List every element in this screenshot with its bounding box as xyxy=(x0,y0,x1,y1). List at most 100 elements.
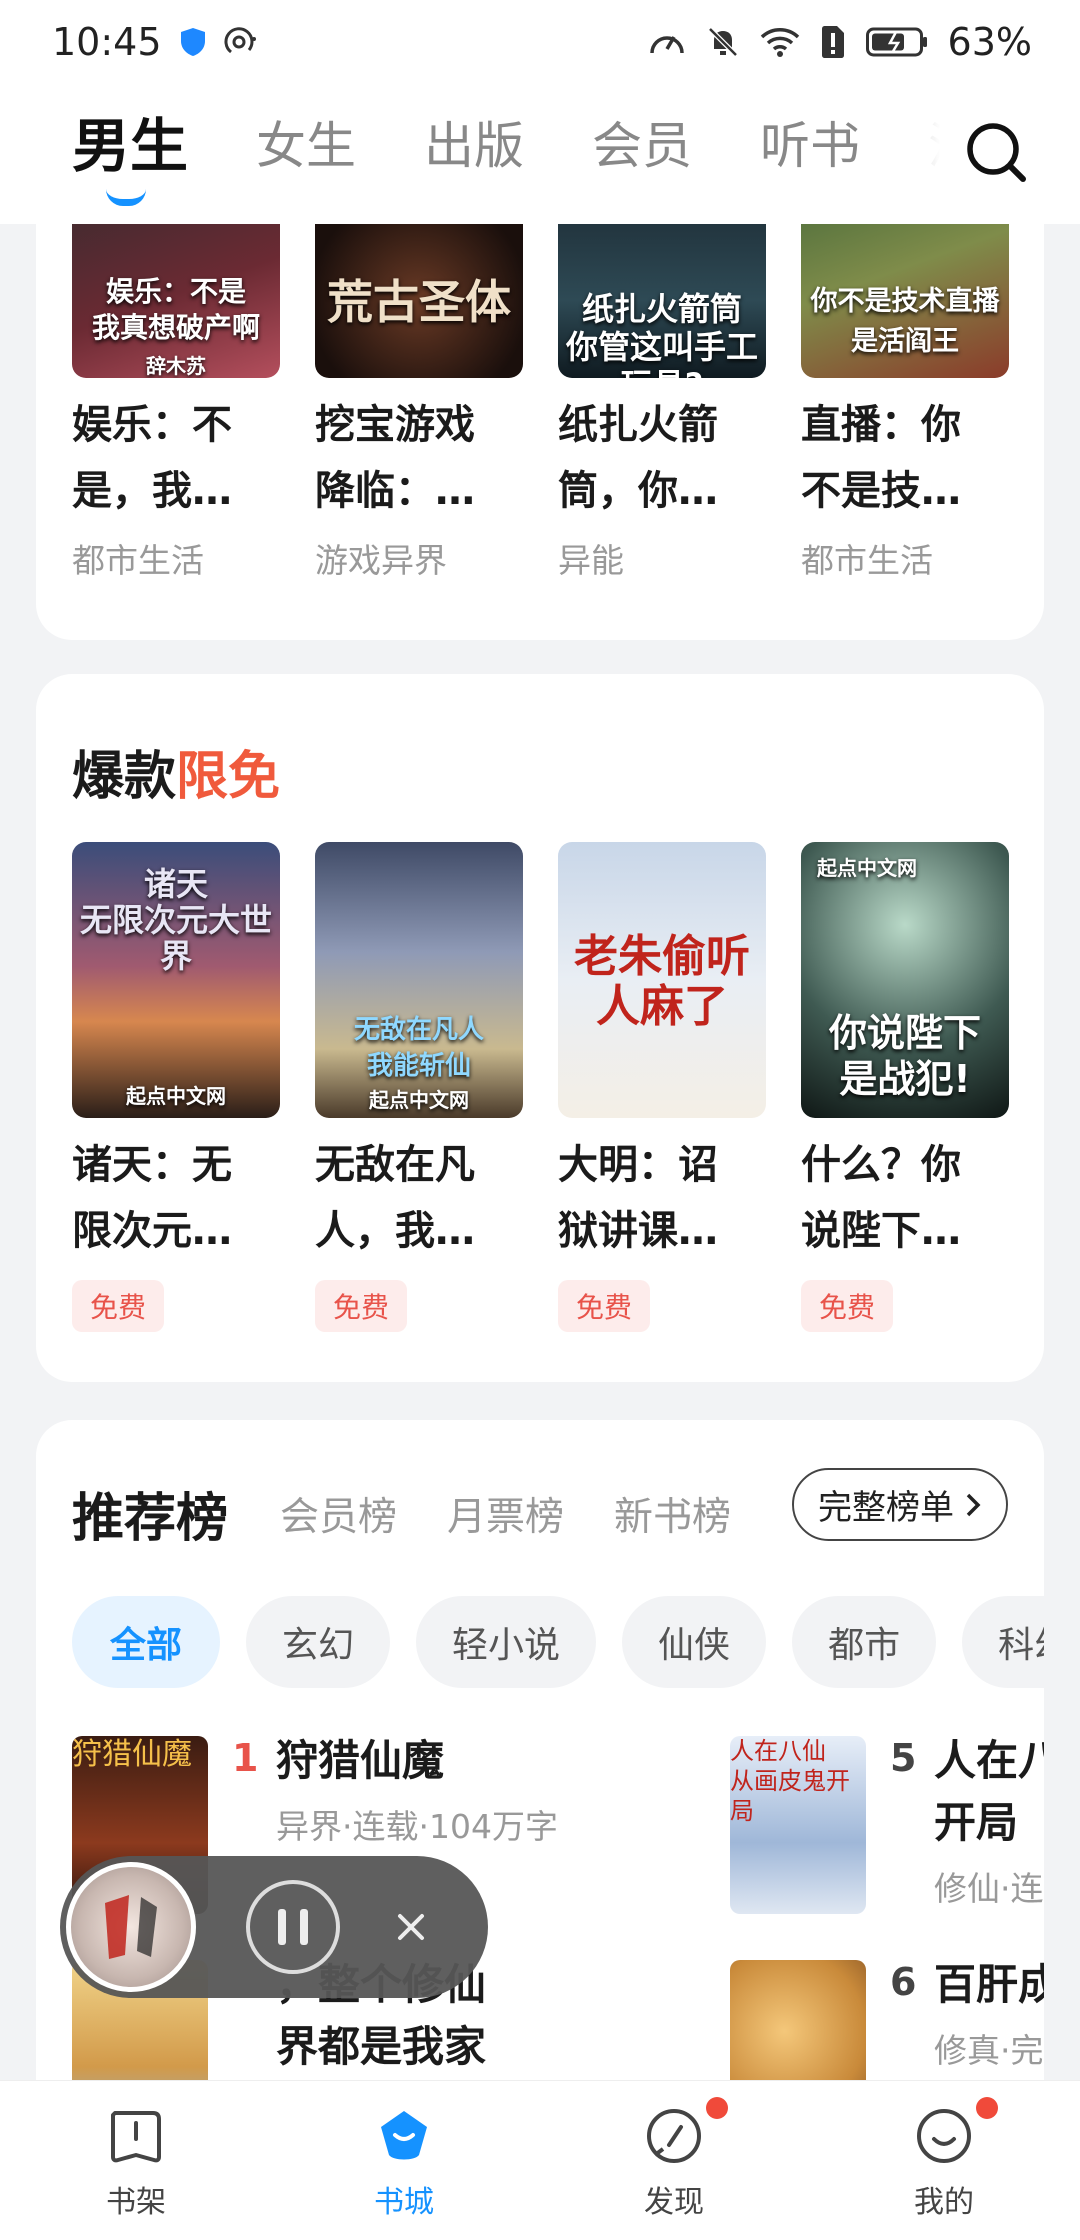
tab-female[interactable]: 女生 xyxy=(256,114,356,178)
tab-vip-rank[interactable]: 会员榜 xyxy=(280,1486,397,1542)
book-cover: 纸扎火箭筒你管这叫手工玩具? xyxy=(558,224,766,378)
book-card[interactable]: 无敌在凡人 我能斩仙 起点中文网 无敌在凡 人，我… 免费 xyxy=(315,842,523,1332)
nav-bookshelf[interactable]: 书架 xyxy=(76,2105,196,2221)
chip-urban[interactable]: 都市 xyxy=(792,1596,937,1688)
book-category: 游戏异界 xyxy=(315,541,447,580)
mute-bell-icon xyxy=(707,27,738,57)
book-cover: 荒古圣体 xyxy=(315,224,523,378)
close-icon[interactable] xyxy=(386,1902,436,1952)
book-title: 大明：诏 狱讲课… xyxy=(558,1142,718,1254)
section-title: 爆款限免 xyxy=(72,747,281,807)
rank-book-title: 狩猎仙魔 xyxy=(276,1736,445,1785)
rank-book-meta: 修真·完 xyxy=(934,2031,1044,2070)
tab-newbook-rank[interactable]: 新书榜 xyxy=(614,1486,731,1542)
cover-brand: 起点中文网 xyxy=(126,1084,226,1108)
chevron-right-icon xyxy=(966,1493,981,1516)
rank-item[interactable]: 6 百肝成 修真·完 xyxy=(730,1960,1044,2080)
cover-title: 你不是技术直播 是活阎王 xyxy=(810,286,1000,357)
book-cover: 起点中文网 你说陛下 是战犯! xyxy=(801,842,1009,1118)
tab-recommend-rank[interactable]: 推荐榜 xyxy=(72,1476,228,1551)
tab-male[interactable]: 男生 xyxy=(72,114,188,206)
book-cover: 老朱偷听人麻了 xyxy=(558,842,766,1118)
book-card[interactable]: 你不是技术直播 是活阎王 直播：你 不是技… 都市生活 xyxy=(801,224,1009,582)
book-cover: 娱乐：不是 我真想破产啊 辞木苏 xyxy=(72,224,280,378)
mini-audio-player[interactable] xyxy=(60,1856,488,1998)
book-card[interactable]: 娱乐：不是 我真想破产啊 辞木苏 娱乐：不 是，我… 都市生活 xyxy=(72,224,280,582)
tab-publish[interactable]: 出版 xyxy=(424,114,524,178)
content-scroll[interactable]: 娱乐：不是 我真想破产啊 辞木苏 娱乐：不 是，我… 都市生活 荒古圣体 挖宝游戏降… xyxy=(0,224,1080,2080)
cover-art-icon xyxy=(105,1895,157,1959)
rank-number: 1 xyxy=(232,1736,259,1780)
cover-brand: 起点中文网 xyxy=(817,856,917,880)
speed-icon xyxy=(649,36,684,54)
hotspot-icon xyxy=(223,27,256,54)
book-cover: 诸天 无限次元大世界 起点中文网 xyxy=(72,842,280,1118)
book-title: 娱乐：不 是，我… xyxy=(72,402,232,514)
cover-title: 你说陛下 是战犯! xyxy=(828,1011,981,1101)
search-icon[interactable] xyxy=(964,120,1028,184)
cover-title: 狩猎仙魔 xyxy=(72,1737,192,1772)
book-title: 直播：你 不是技… xyxy=(801,402,961,514)
battery-icon xyxy=(865,27,927,57)
book-card[interactable]: 起点中文网 你说陛下 是战犯! 什么？你 说陛下… 免费 xyxy=(801,842,1009,1332)
free-badge: 免费 xyxy=(315,1280,408,1332)
book-title: 什么？你 说陛下… xyxy=(801,1142,961,1254)
tab-vip[interactable]: 会员 xyxy=(592,114,692,178)
nav-bookstore[interactable]: 书城 xyxy=(344,2105,464,2221)
featured-books-card: 娱乐：不是 我真想破产啊 辞木苏 娱乐：不 是，我… 都市生活 荒古圣体 挖宝游戏降… xyxy=(36,224,1044,640)
book-card[interactable]: 纸扎火箭筒你管这叫手工玩具? 纸扎火箭筒，你… 异能 xyxy=(558,224,766,582)
chip-fantasy[interactable]: 玄幻 xyxy=(246,1596,391,1688)
cover-title: 诸天 无限次元大世界 xyxy=(79,865,272,975)
cover-author: 辞木苏 xyxy=(146,354,206,378)
cover-title: 老朱偷听人麻了 xyxy=(574,931,750,1032)
free-limited-card: 爆款限免 诸天 无限次元大世界 起点中文网 诸天：无 限次元… 免费 无敌在凡人 我能… xyxy=(36,674,1044,1382)
chip-xianxia[interactable]: 仙侠 xyxy=(622,1596,767,1688)
book-title: 纸扎火箭 筒，你… xyxy=(558,402,718,514)
tab-monthly-rank[interactable]: 月票榜 xyxy=(447,1486,564,1542)
book-cover: 你不是技术直播 是活阎王 xyxy=(801,224,1009,378)
rank-number: 5 xyxy=(890,1736,917,1780)
book-card[interactable]: 荒古圣体 挖宝游戏 降临：… 游戏异界 xyxy=(315,224,523,582)
cover-title: 荒古圣体 xyxy=(327,275,511,329)
rank-number: 6 xyxy=(890,1960,917,2004)
bottom-navigation: 书架 书城 发现 我的 xyxy=(0,2080,1080,2240)
rank-book-title: 人在八 开局 xyxy=(934,1736,1044,1847)
bookstore-icon xyxy=(381,2111,427,2160)
category-chips: 全部 玄幻 轻小说 仙侠 都市 科幻 xyxy=(72,1596,1044,1688)
rank-book-title: 百肝成 xyxy=(934,1960,1044,2009)
cover-title: 娱乐：不是 我真想破产啊 xyxy=(91,275,260,344)
rank-book-meta: 修仙·连 xyxy=(934,1869,1044,1908)
book-card[interactable]: 诸天 无限次元大世界 起点中文网 诸天：无 限次元… 免费 xyxy=(72,842,280,1332)
cover-title: 人在八仙 从画皮鬼开局 xyxy=(730,1737,850,1825)
chip-light-novel[interactable]: 轻小说 xyxy=(416,1596,597,1688)
profile-icon xyxy=(917,2109,971,2163)
discover-icon xyxy=(647,2109,701,2163)
free-badge: 免费 xyxy=(558,1280,651,1332)
cover-brand: 起点中文网 xyxy=(369,1088,469,1112)
free-badge: 免费 xyxy=(72,1280,165,1332)
book-title: 诸天：无 限次元… xyxy=(72,1142,232,1254)
nav-discover[interactable]: 发现 xyxy=(614,2105,734,2221)
chip-scifi[interactable]: 科幻 xyxy=(962,1596,1044,1688)
rank-book-meta: 异界·连载·104万字 xyxy=(276,1807,558,1846)
battery-percent: 63% xyxy=(947,20,1032,64)
chip-all[interactable]: 全部 xyxy=(72,1596,221,1688)
book-category: 都市生活 xyxy=(801,541,933,580)
book-card[interactable]: 老朱偷听人麻了 大明：诏 狱讲课… 免费 xyxy=(558,842,766,1332)
book-cover: 人在八仙 从画皮鬼开局 xyxy=(730,1736,866,1914)
rank-item[interactable]: 人在八仙 从画皮鬼开局 5 人在八 开局 修仙·连 xyxy=(730,1736,1044,1914)
book-title: 无敌在凡 人，我… xyxy=(315,1142,475,1254)
tab-audiobook[interactable]: 听书 xyxy=(760,114,860,178)
book-cover xyxy=(730,1960,866,2080)
player-cover[interactable] xyxy=(66,1862,196,1992)
sim-alert-icon xyxy=(821,26,844,58)
nav-profile[interactable]: 我的 xyxy=(884,2105,1004,2221)
shield-icon xyxy=(180,28,205,56)
free-badge: 免费 xyxy=(801,1280,894,1332)
full-list-button[interactable]: 完整榜单 xyxy=(792,1468,1008,1541)
cover-title: 无敌在凡人 我能斩仙 xyxy=(353,1015,484,1081)
pause-button[interactable] xyxy=(246,1880,340,1974)
bookshelf-icon xyxy=(111,2111,161,2163)
pause-icon xyxy=(278,1909,308,1945)
book-category: 异能 xyxy=(558,541,624,580)
